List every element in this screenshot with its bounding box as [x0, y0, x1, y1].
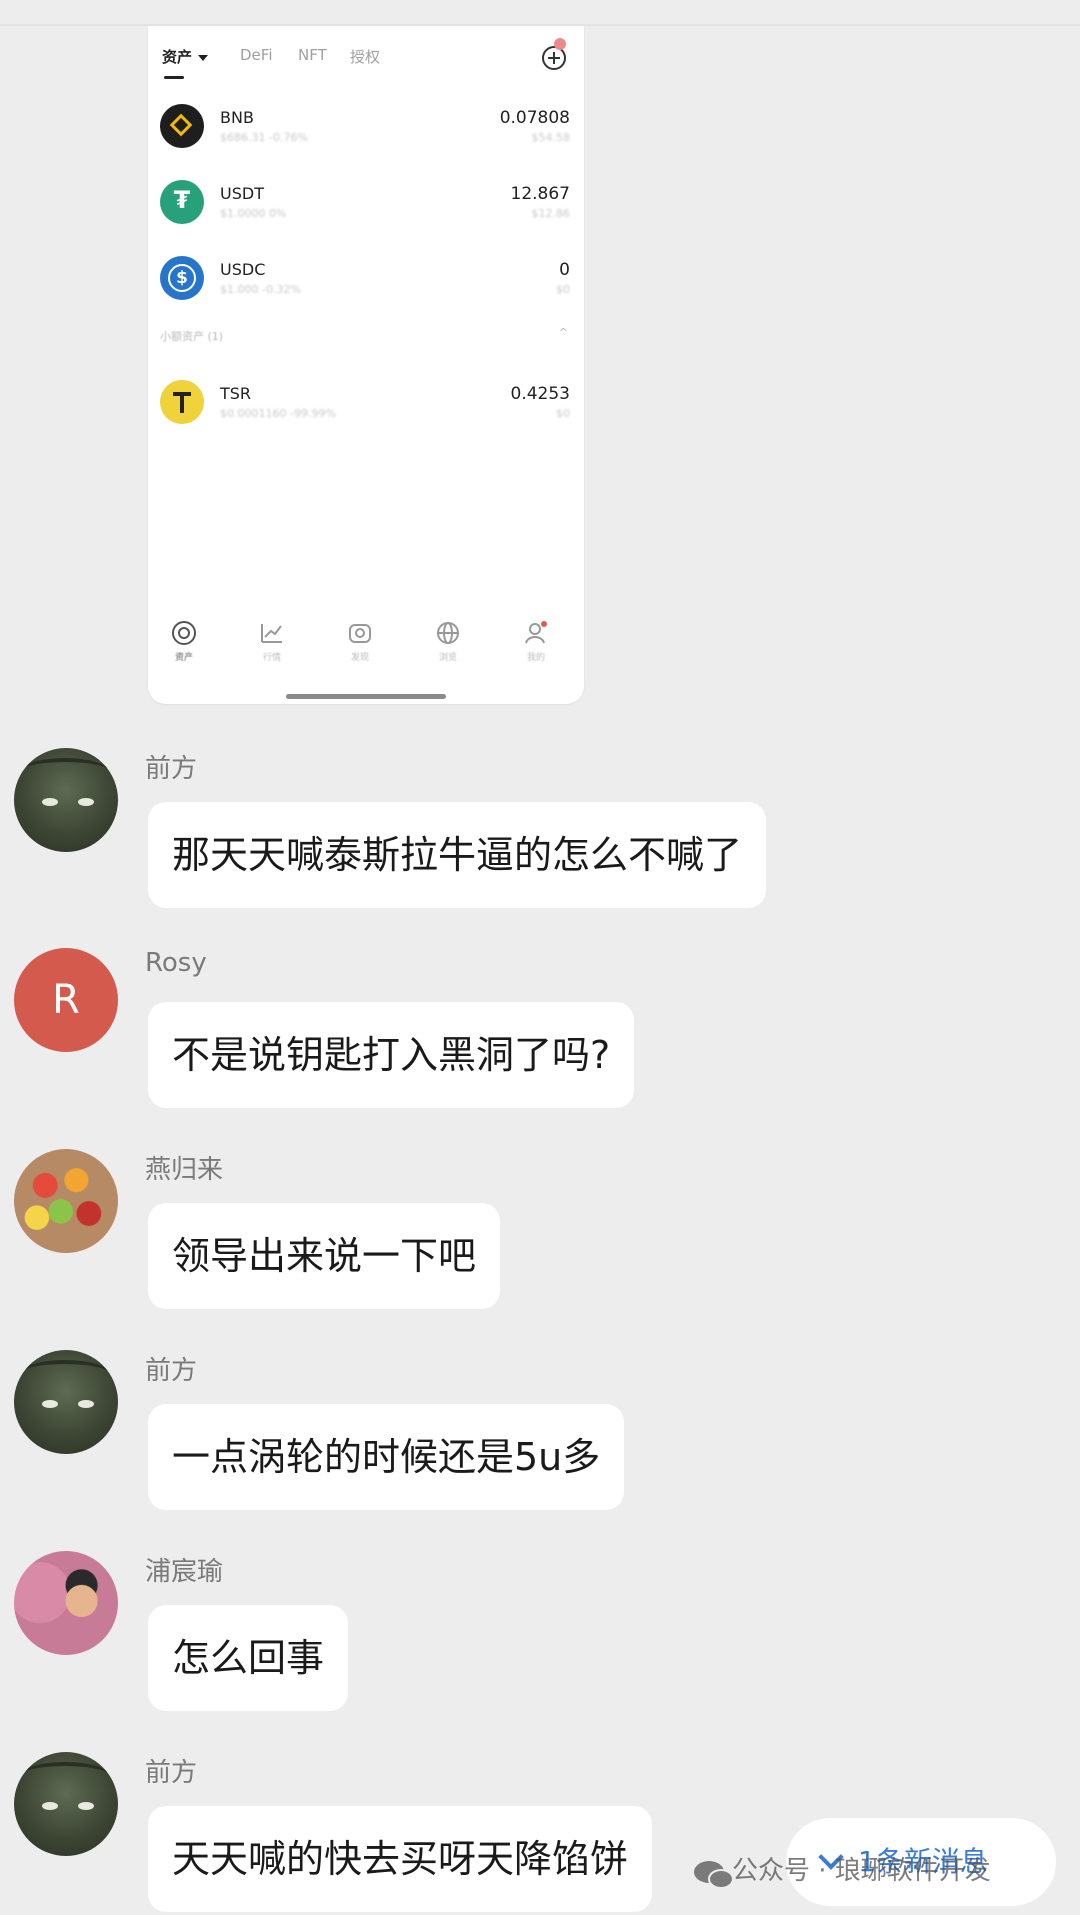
active-tab-indicator	[164, 76, 184, 79]
asset-value: $54.58	[531, 131, 571, 144]
user-icon	[525, 621, 547, 644]
nav-assets[interactable]: 资产	[154, 620, 214, 663]
chart-icon	[261, 624, 282, 643]
message-bubble[interactable]: 领导出来说一下吧	[148, 1203, 501, 1309]
swan-avatar[interactable]	[14, 1350, 118, 1454]
asset-amount: 0.4253	[510, 384, 570, 404]
fruit-avatar[interactable]	[14, 1149, 118, 1253]
asset-value: $0	[556, 283, 570, 296]
add-token-icon[interactable]	[542, 38, 566, 70]
usdt-icon	[160, 180, 204, 224]
asset-symbol: USDC	[220, 260, 266, 279]
sender-name: 前方	[145, 1758, 198, 1788]
notification-dot	[554, 38, 566, 50]
sender-name: 前方	[145, 1356, 198, 1386]
message-bubble[interactable]: 怎么回事	[148, 1605, 349, 1711]
asset-price: $0.0001160 -99.99%	[220, 407, 336, 420]
asset-value: $0	[556, 407, 570, 420]
small-assets-label[interactable]: 小额资产 (1)	[160, 328, 223, 344]
tab-defi[interactable]: DeFi	[240, 46, 272, 64]
message-bubble[interactable]: 一点涡轮的时候还是5u多	[148, 1404, 625, 1510]
chevron-up-icon[interactable]: ^	[559, 326, 568, 339]
message-bubble[interactable]: 不是说钥匙打入黑洞了吗?	[148, 1002, 635, 1108]
nav-browser[interactable]: 浏览	[418, 620, 478, 663]
watermark: 公众号 · 琅琊软件开发	[694, 1850, 991, 1889]
sender-name: 燕归来	[145, 1155, 224, 1185]
wechat-icon	[694, 1860, 734, 1889]
asset-symbol: TSR	[220, 384, 252, 403]
wallet-bottom-nav: 资产 行情 发现 浏览 我的	[148, 620, 584, 670]
usdc-icon	[160, 256, 204, 300]
sender-name: 浦宸瑜	[145, 1557, 224, 1587]
wallet-screenshot[interactable]: 资产 DeFi NFT 授权 BNB $686.31 -0.76% 0.0780…	[148, 26, 584, 704]
asset-row-usdt[interactable]: USDT $1.0000 0% 12.867 $12.86	[160, 180, 570, 240]
tab-authorization[interactable]: 授权	[350, 46, 380, 67]
tab-nft[interactable]: NFT	[298, 46, 327, 64]
wallet-tab-bar: 资产 DeFi NFT 授权	[162, 38, 570, 82]
bnb-icon	[160, 104, 204, 148]
asset-row-usdc[interactable]: USDC $1.000 -0.32% 0 $0	[160, 256, 570, 316]
message-bubble[interactable]: 那天天喊泰斯拉牛逼的怎么不喊了	[148, 802, 767, 908]
globe-icon	[437, 622, 459, 644]
person-avatar[interactable]	[14, 1551, 118, 1655]
caret-down-icon	[198, 54, 209, 61]
message-bubble[interactable]: 天天喊的快去买呀天降馅饼	[148, 1806, 653, 1912]
sender-name: 前方	[145, 754, 198, 784]
target-icon	[172, 621, 196, 645]
asset-amount: 0.07808	[499, 108, 570, 128]
asset-value: $12.86	[531, 207, 571, 220]
swan-avatar[interactable]	[14, 748, 118, 852]
home-indicator	[286, 694, 446, 699]
nav-discover[interactable]: 发现	[330, 620, 390, 663]
nav-market[interactable]: 行情	[242, 620, 302, 663]
letter-avatar[interactable]: R	[14, 948, 118, 1052]
asset-price: $686.31 -0.76%	[220, 131, 308, 144]
asset-symbol: BNB	[220, 108, 254, 127]
sender-name: Rosy	[145, 948, 207, 978]
asset-amount: 12.867	[510, 184, 570, 204]
swan-avatar[interactable]	[14, 1752, 118, 1856]
asset-price: $1.000 -0.32%	[220, 283, 301, 296]
tab-assets[interactable]: 资产	[162, 46, 209, 67]
asset-price: $1.0000 0%	[220, 207, 287, 220]
discover-icon	[349, 624, 371, 643]
asset-row-tsr[interactable]: TSR $0.0001160 -99.99% 0.4253 $0	[160, 380, 570, 440]
asset-row-bnb[interactable]: BNB $686.31 -0.76% 0.07808 $54.58	[160, 104, 570, 164]
asset-amount: 0	[559, 260, 570, 280]
nav-profile[interactable]: 我的	[506, 620, 566, 663]
asset-symbol: USDT	[220, 184, 264, 203]
tsr-icon	[160, 380, 204, 424]
